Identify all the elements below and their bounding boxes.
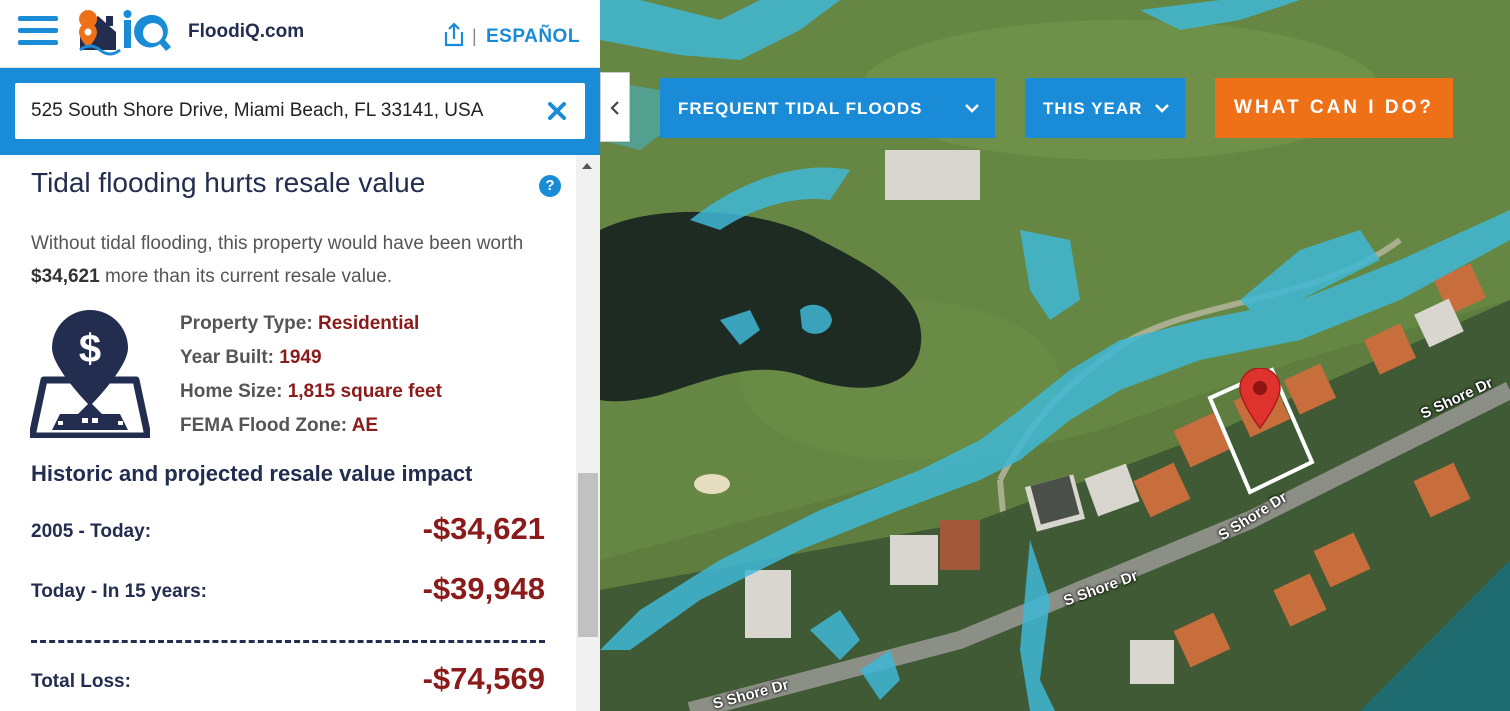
chevron-left-icon — [610, 101, 619, 115]
address-search-input[interactable] — [31, 83, 529, 139]
home-size-row: Home Size: 1,815 square feet — [180, 379, 442, 413]
property-type-label: Property Type: — [180, 313, 313, 334]
location-pin-icon[interactable] — [1238, 368, 1282, 430]
desc-amount: $34,621 — [31, 266, 100, 287]
impact-value: -$39,948 — [422, 571, 545, 606]
language-link[interactable]: ESPAÑOL — [486, 26, 580, 48]
flood-zone-row: FEMA Flood Zone: AE — [180, 413, 442, 447]
impact-value: -$34,621 — [422, 511, 545, 546]
left-panel: FloodiQ.com | ESPAÑOL Tidal flooding hur… — [0, 0, 600, 711]
menu-icon[interactable] — [18, 16, 58, 50]
flood-type-label: FREQUENT TIDAL FLOODS — [678, 99, 923, 118]
collapse-panel-button[interactable] — [600, 72, 630, 142]
search-bar — [0, 68, 600, 155]
search-box — [15, 83, 585, 139]
flood-zone-label: FEMA Flood Zone: — [180, 415, 348, 436]
impact-label: Today - In 15 years: — [31, 581, 207, 602]
app: FloodiQ.com | ESPAÑOL Tidal flooding hur… — [0, 0, 1510, 711]
home-size-value: 1,815 square feet — [287, 381, 442, 402]
impact-label: 2005 - Today: — [31, 521, 152, 542]
value-description: Without tidal flooding, this property wo… — [31, 227, 551, 293]
chevron-down-icon — [965, 104, 979, 113]
year-built-value: 1949 — [279, 347, 322, 368]
total-loss-value: -$74,569 — [422, 661, 545, 696]
impact-row-historic: 2005 - Today: -$34,621 — [31, 511, 545, 551]
flood-map[interactable]: FREQUENT TIDAL FLOODS THIS YEAR WHAT CAN… — [600, 0, 1510, 711]
section-title: Tidal flooding hurts resale value — [31, 167, 426, 198]
impact-row-total: Total Loss: -$74,569 — [31, 661, 545, 701]
flood-zone-value: AE — [351, 415, 379, 436]
flood-type-dropdown[interactable]: FREQUENT TIDAL FLOODS — [660, 78, 995, 138]
property-details: Property Type: Residential Year Built: 1… — [180, 311, 442, 447]
property-type-value: Residential — [317, 313, 420, 334]
chevron-down-icon — [1155, 104, 1169, 113]
property-type-row: Property Type: Residential — [180, 311, 442, 345]
desc-before: Without tidal flooding, this property wo… — [31, 233, 524, 254]
panel-content: Tidal flooding hurts resale value ? With… — [0, 155, 576, 711]
floodiq-logo-icon[interactable] — [74, 10, 178, 56]
panel-scrollbar[interactable] — [576, 155, 600, 711]
home-size-label: Home Size: — [180, 381, 283, 402]
total-loss-label: Total Loss: — [31, 671, 131, 692]
desc-after: more than its current resale value. — [99, 266, 393, 287]
total-divider — [31, 640, 545, 643]
impact-title: Historic and projected resale value impa… — [31, 461, 473, 486]
menu-bar-2 — [18, 28, 58, 33]
clear-search-icon[interactable] — [545, 99, 569, 123]
timeframe-label: THIS YEAR — [1043, 99, 1143, 118]
what-can-i-do-button[interactable]: WHAT CAN I DO? — [1215, 78, 1453, 138]
menu-bar-3 — [18, 40, 58, 45]
scroll-up-arrow-icon[interactable] — [582, 163, 592, 169]
year-built-row: Year Built: 1949 — [180, 345, 442, 379]
share-icon[interactable] — [442, 22, 466, 48]
top-bar: FloodiQ.com | ESPAÑOL — [0, 0, 600, 68]
site-name[interactable]: FloodiQ.com — [188, 21, 304, 43]
impact-row-projected: Today - In 15 years: -$39,948 — [31, 571, 545, 611]
year-built-label: Year Built: — [180, 347, 274, 368]
svg-text:$: $ — [79, 327, 101, 371]
help-icon[interactable]: ? — [539, 175, 561, 197]
property-value-icon: $ — [30, 310, 150, 438]
timeframe-dropdown[interactable]: THIS YEAR — [1025, 78, 1185, 138]
menu-bar-1 — [18, 16, 58, 21]
header-separator: | — [472, 26, 477, 46]
scroll-thumb[interactable] — [578, 473, 598, 637]
